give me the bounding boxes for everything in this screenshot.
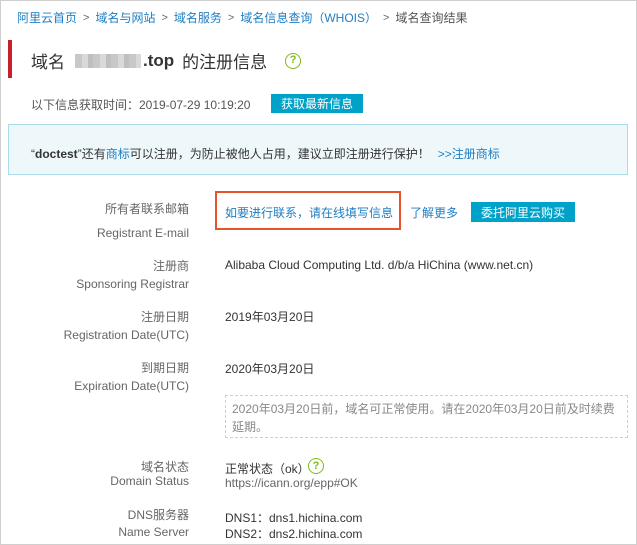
exp-date-label-en: Expiration Date(UTC) (74, 379, 189, 393)
breadcrumb-separator-icon: > (383, 11, 390, 24)
breadcrumb-current: 域名查询结果 (395, 11, 468, 25)
contact-online-link[interactable]: 如要进行联系，请在线填写信息 (225, 204, 393, 221)
fetch-time-label: 以下信息获取时间：2019-07-29 10:19:20 (31, 98, 251, 112)
status-url: https://icann.org/epp#OK (225, 476, 358, 490)
refresh-info-button[interactable]: 获取最新信息 (271, 94, 363, 113)
breadcrumb-domain-website[interactable]: 域名与网站 (95, 9, 155, 26)
dns1-value: DNS1：dns1.hichina.com (225, 511, 363, 525)
reg-date-label-en: Registration Date(UTC) (63, 328, 189, 342)
dns2-value: DNS2：dns2.hichina.com (225, 527, 363, 541)
title-suffix: 的注册信息 (182, 53, 268, 72)
breadcrumb-home[interactable]: 阿里云首页 (17, 9, 77, 26)
title-prefix: 域名 (31, 53, 65, 72)
status-value: 正常状态（ok） (225, 462, 310, 476)
register-trademark-link[interactable]: >>注册商标 (438, 147, 500, 161)
trademark-notice: “doctest”还有商标可以注册，为防止被他人占用，建议立即注册进行保护！ >>… (8, 124, 628, 175)
breadcrumb-whois[interactable]: 域名信息查询（WHOIS） (240, 9, 377, 26)
breadcrumb-separator-icon: > (227, 11, 235, 24)
notice-name: doctest (35, 147, 78, 161)
registrar-value: Alibaba Cloud Computing Ltd. d/b/a HiChi… (225, 258, 534, 272)
dns-label-en: Name Server (118, 525, 189, 539)
breadcrumb-domain-service[interactable]: 域名服务 (174, 9, 222, 26)
entrust-purchase-button[interactable]: 委托阿里云购买 (471, 202, 575, 222)
breadcrumb-separator-icon: > (83, 11, 90, 24)
breadcrumb: 阿里云首页 > 域名与网站 > 域名服务 > 域名信息查询（WHOIS） > 域… (17, 9, 467, 26)
trademark-link[interactable]: 商标 (106, 147, 130, 161)
status-help-icon[interactable]: ? (308, 458, 324, 474)
email-label-cn: 所有者联系邮箱 (104, 202, 189, 216)
title-domain-suffix: .top (143, 50, 175, 70)
expiration-tip: 2020年03月20日前，域名可正常使用。请在2020年03月20日前及时续费延… (225, 395, 628, 438)
help-circle-icon[interactable]: ? (285, 52, 302, 69)
title-accent-bar (8, 40, 12, 78)
exp-date-value: 2020年03月20日 (225, 362, 315, 376)
reg-date-value: 2019年03月20日 (225, 310, 315, 324)
page-title: 域名 .top 的注册信息 ? (31, 48, 302, 73)
learn-more-link[interactable]: 了解更多 (410, 204, 458, 221)
registrar-label-en: Sponsoring Registrar (76, 277, 189, 291)
breadcrumb-separator-icon: > (161, 11, 168, 24)
blurred-domain-name (75, 53, 141, 68)
email-label-en: Registrant E-mail (96, 226, 189, 240)
status-label-en: Domain Status (110, 474, 189, 488)
notice-text: “doctest”还有商标可以注册，为防止被他人占用，建议立即注册进行保护！ >>… (31, 147, 500, 161)
